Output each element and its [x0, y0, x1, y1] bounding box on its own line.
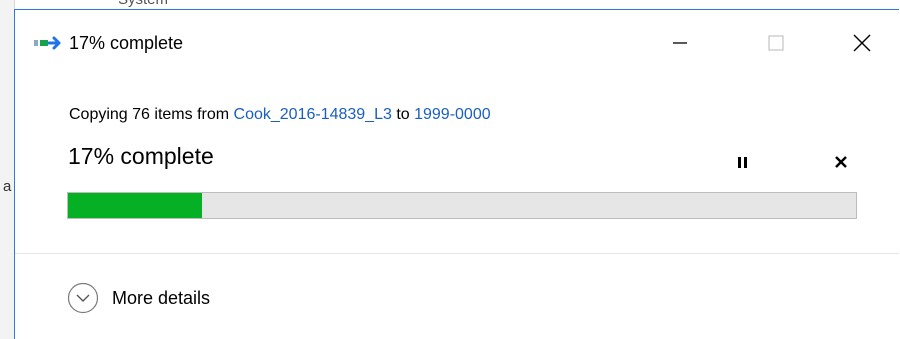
chevron-down-icon — [67, 282, 99, 314]
maximize-icon — [768, 35, 784, 51]
background-window-edge — [0, 0, 15, 339]
pause-icon — [738, 157, 747, 168]
source-folder-link[interactable]: Cook_2016-14839_L3 — [234, 106, 392, 123]
close-icon — [853, 34, 871, 52]
more-details-label: More details — [112, 287, 211, 308]
copy-transfer-icon — [33, 35, 63, 51]
pause-button[interactable] — [731, 150, 755, 174]
progress-bar-fill — [68, 193, 202, 218]
copy-middle: to — [391, 106, 415, 123]
more-details-toggle[interactable]: More details — [67, 280, 210, 316]
progress-status: 17% complete — [68, 143, 214, 169]
maximize-button[interactable] — [759, 26, 793, 60]
copy-prefix: Copying 76 items from — [69, 106, 234, 123]
background-window-char: a — [3, 178, 12, 195]
copy-progress-dialog: 17% complete Copying 76 items from Cook_… — [14, 9, 899, 339]
title-bar[interactable]: 17% complete — [15, 10, 899, 74]
progress-bar — [67, 192, 857, 219]
minimize-button[interactable] — [663, 26, 697, 60]
destination-folder-link[interactable]: 1999-0000 — [414, 106, 491, 123]
copy-summary: Copying 76 items from Cook_2016-14839_L3… — [69, 106, 491, 124]
window-title: 17% complete — [69, 33, 184, 53]
close-window-button[interactable] — [845, 26, 879, 60]
background-window-text: System — [118, 0, 168, 8]
cancel-button[interactable] — [829, 150, 853, 174]
section-divider — [15, 253, 899, 254]
cancel-icon — [835, 156, 847, 168]
minimize-icon — [673, 42, 687, 44]
